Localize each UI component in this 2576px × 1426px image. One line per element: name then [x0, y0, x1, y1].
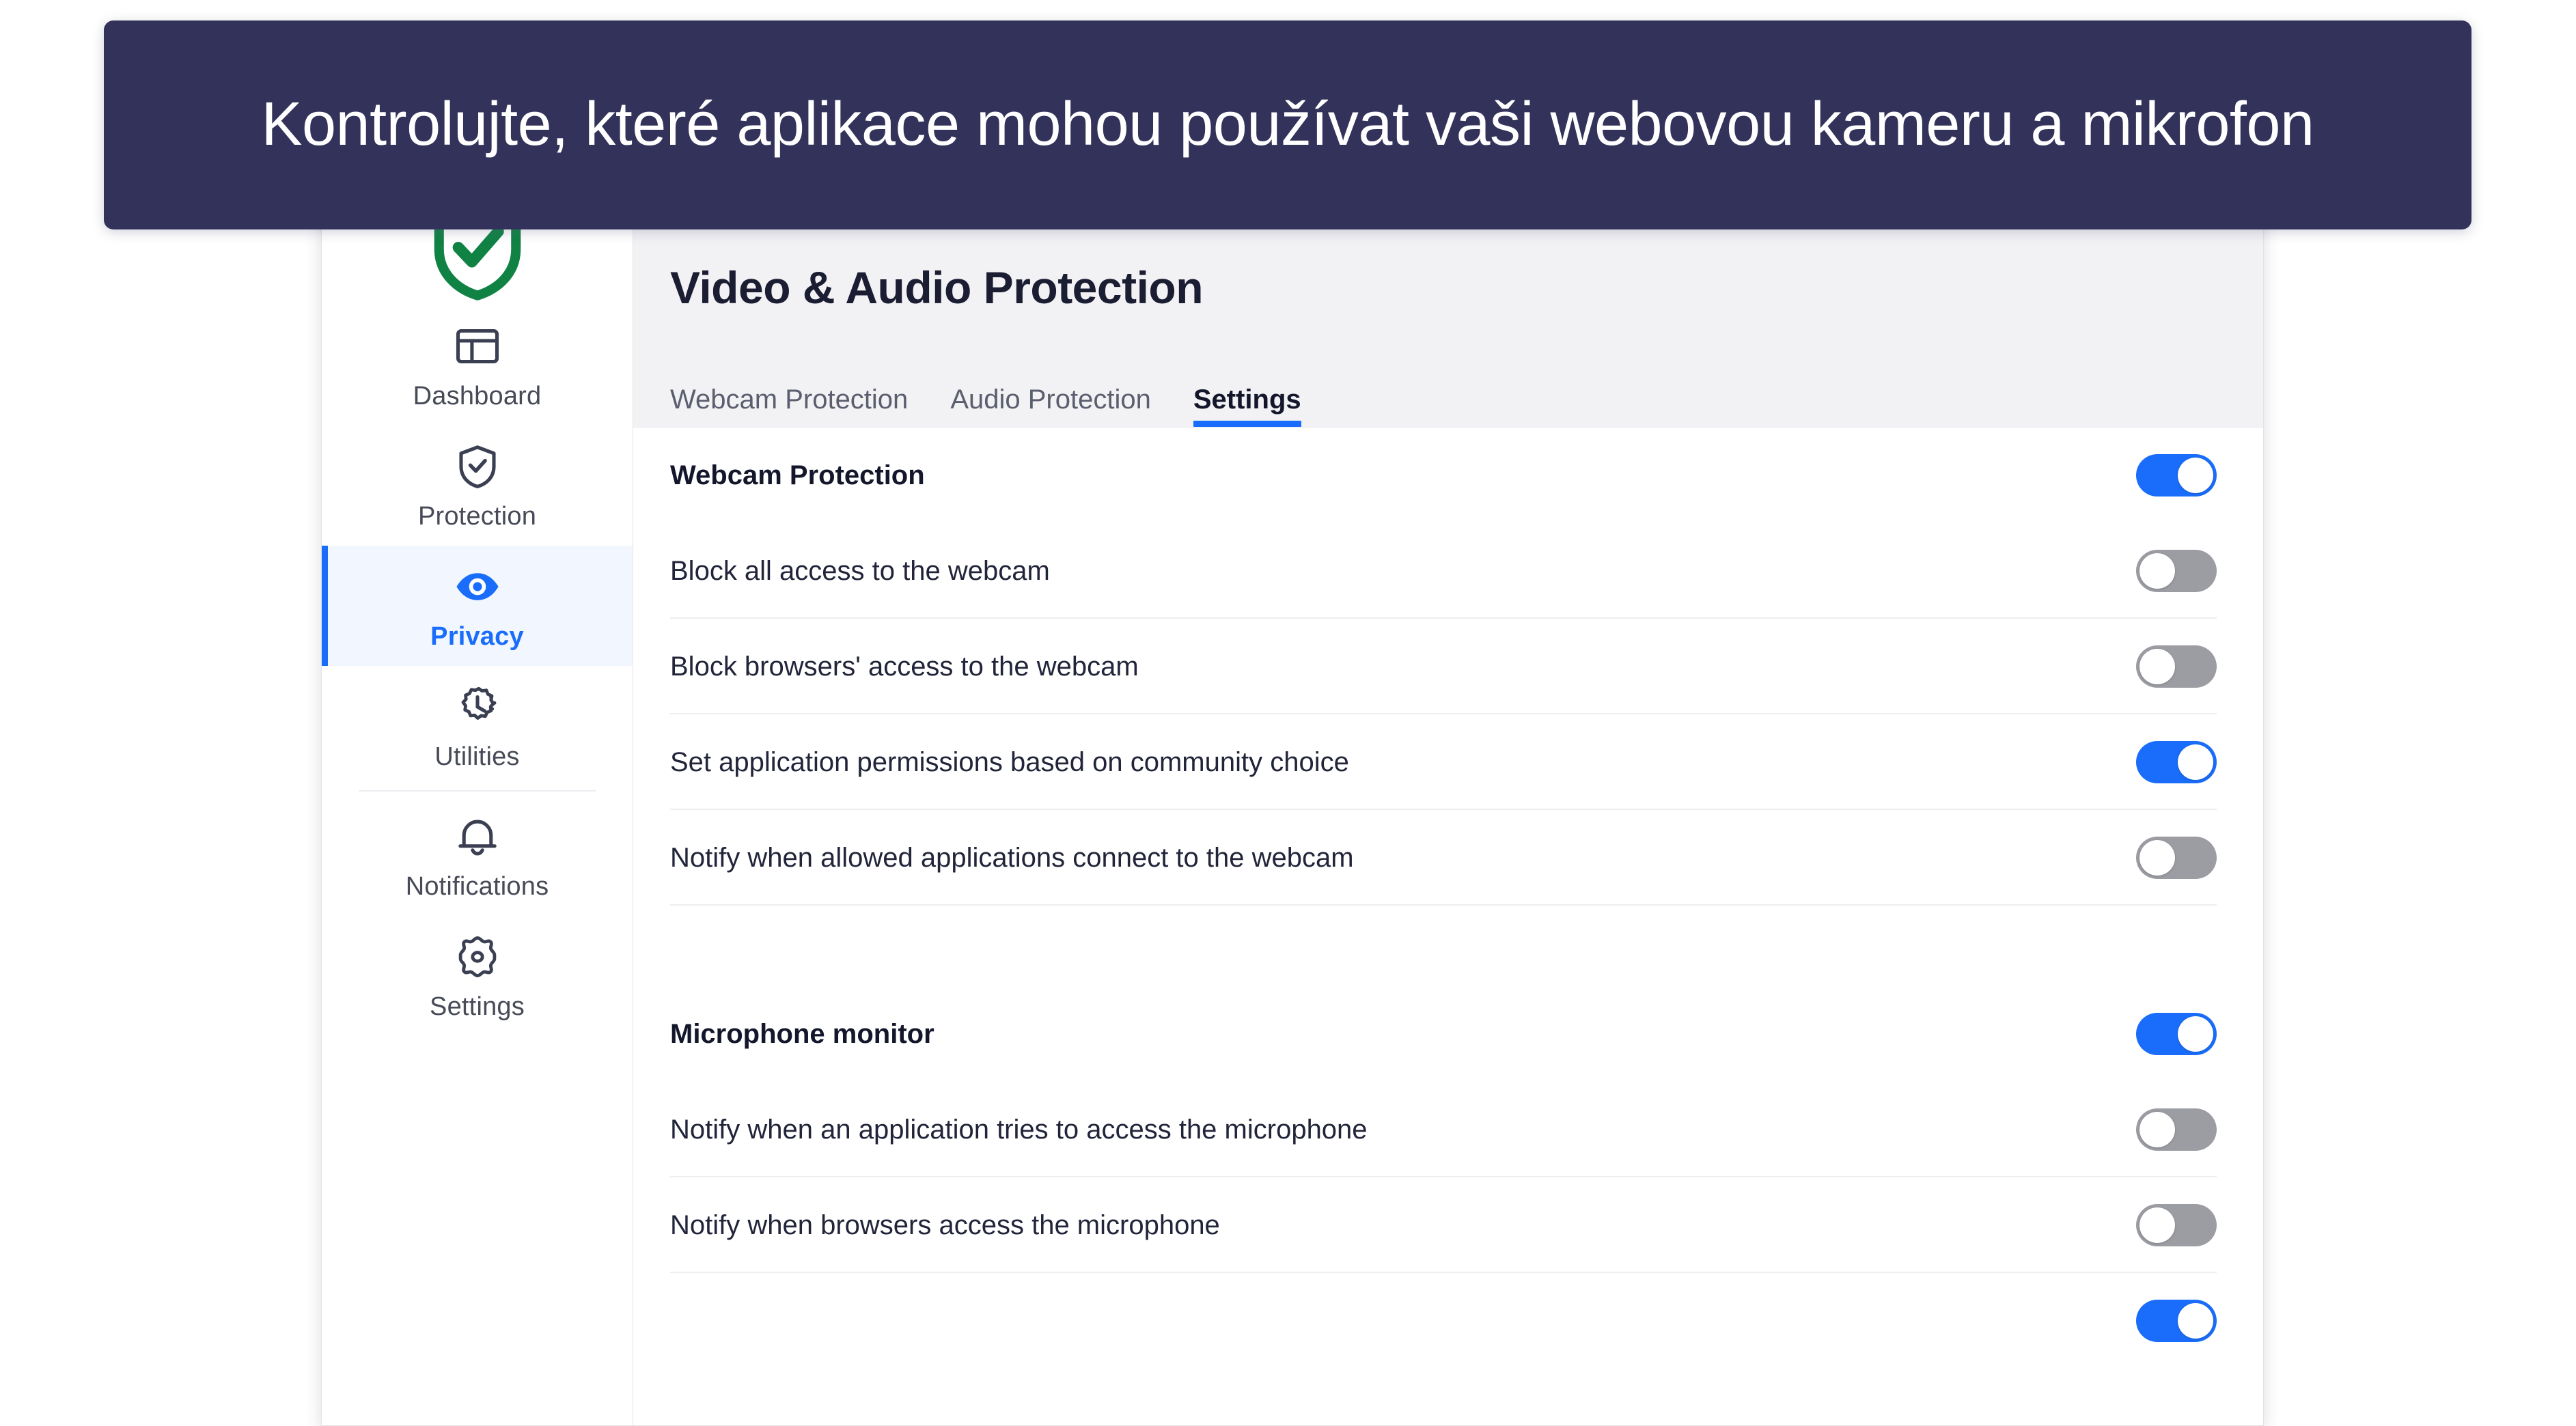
- setting-row-microphone-monitor[interactable]: Microphone monitor: [670, 986, 2217, 1082]
- tab-settings[interactable]: Settings: [1193, 386, 1301, 428]
- setting-label: Webcam Protection: [670, 460, 925, 491]
- app-window: Dashboard Protection Privacy Utilities N…: [321, 202, 2264, 1426]
- toggle-knob: [2139, 1112, 2175, 1148]
- setting-row-notify-allowed-apps[interactable]: Notify when allowed applications connect…: [670, 810, 2217, 906]
- setting-label: Notify when an application tries to acce…: [670, 1115, 1368, 1145]
- setting-label: Notify when allowed applications connect…: [670, 843, 1354, 873]
- toggle-partial-cutoff[interactable]: [2136, 1300, 2217, 1343]
- gear-clock-icon: [453, 682, 502, 731]
- setting-label: Block browsers' access to the webcam: [670, 652, 1139, 682]
- sidebar-item-label: Utilities: [434, 742, 520, 771]
- sidebar: Dashboard Protection Privacy Utilities N…: [322, 203, 633, 1425]
- banner-overlay: Kontrolujte, které aplikace mohou použív…: [104, 20, 2471, 229]
- setting-label: Set application permissions based on com…: [670, 747, 1349, 778]
- sidebar-item-label: Privacy: [430, 622, 524, 651]
- sidebar-divider: [359, 790, 596, 792]
- toggle-knob: [2139, 553, 2175, 589]
- setting-row-notify-app-microphone[interactable]: Notify when an application tries to acce…: [670, 1082, 2217, 1178]
- setting-label: Notify when browsers access the micropho…: [670, 1210, 1220, 1241]
- toggle-knob: [2178, 458, 2213, 494]
- tab-audio-protection[interactable]: Audio Protection: [950, 386, 1151, 427]
- sidebar-item-protection[interactable]: Protection: [322, 425, 633, 546]
- tab-webcam-protection[interactable]: Webcam Protection: [670, 386, 908, 427]
- sidebar-item-label: Protection: [417, 502, 537, 531]
- sidebar-item-settings[interactable]: Settings: [322, 916, 633, 1036]
- shield-check-icon: [453, 442, 502, 491]
- sidebar-item-label: Notifications: [405, 872, 549, 901]
- settings-list: Webcam Protection Block all access to th…: [633, 428, 2263, 1425]
- toggle-block-all-access[interactable]: [2136, 550, 2217, 593]
- sidebar-item-privacy[interactable]: Privacy: [322, 546, 633, 666]
- sidebar-item-label: Settings: [430, 992, 525, 1021]
- tab-bar: Webcam Protection Audio Protection Setti…: [633, 344, 2263, 428]
- sidebar-item-utilities[interactable]: Utilities: [322, 666, 633, 786]
- setting-row-community-permissions[interactable]: Set application permissions based on com…: [670, 714, 2217, 811]
- sidebar-item-notifications[interactable]: Notifications: [322, 796, 633, 916]
- setting-label: Microphone monitor: [670, 1019, 934, 1050]
- toggle-knob: [2178, 1303, 2213, 1339]
- toggle-knob: [2178, 744, 2213, 781]
- toggle-knob: [2139, 649, 2175, 685]
- setting-row-partial-cutoff[interactable]: [670, 1273, 2217, 1369]
- gear-icon: [453, 932, 502, 981]
- content-header: Video & Audio Protection Webcam Protecti…: [633, 203, 2263, 428]
- toggle-microphone-monitor[interactable]: [2136, 1013, 2217, 1056]
- sidebar-item-label: Dashboard: [413, 382, 542, 410]
- setting-row-notify-browsers-microphone[interactable]: Notify when browsers access the micropho…: [670, 1177, 2217, 1274]
- toggle-webcam-protection[interactable]: [2136, 454, 2217, 497]
- setting-row-webcam-protection[interactable]: Webcam Protection: [670, 428, 2217, 523]
- toggle-knob: [2139, 840, 2175, 876]
- toggle-notify-browsers-microphone[interactable]: [2136, 1204, 2217, 1247]
- banner-text: Kontrolujte, které aplikace mohou použív…: [261, 90, 2314, 159]
- toggle-block-browsers-access[interactable]: [2136, 645, 2217, 688]
- toggle-notify-allowed-apps[interactable]: [2136, 837, 2217, 880]
- dashboard-layout-icon: [453, 322, 502, 371]
- bell-icon: [453, 812, 502, 861]
- toggle-community-permissions[interactable]: [2136, 741, 2217, 784]
- page-title: Video & Audio Protection: [670, 262, 1204, 313]
- setting-row-block-browsers-access[interactable]: Block browsers' access to the webcam: [670, 619, 2217, 715]
- toggle-notify-app-microphone[interactable]: [2136, 1108, 2217, 1151]
- sidebar-item-dashboard[interactable]: Dashboard: [322, 305, 633, 425]
- main-content: Video & Audio Protection Webcam Protecti…: [633, 203, 2263, 1425]
- toggle-knob: [2178, 1016, 2213, 1052]
- setting-row-block-all-access[interactable]: Block all access to the webcam: [670, 523, 2217, 619]
- setting-label: Block all access to the webcam: [670, 556, 1050, 587]
- toggle-knob: [2139, 1207, 2175, 1244]
- eye-icon: [453, 562, 502, 611]
